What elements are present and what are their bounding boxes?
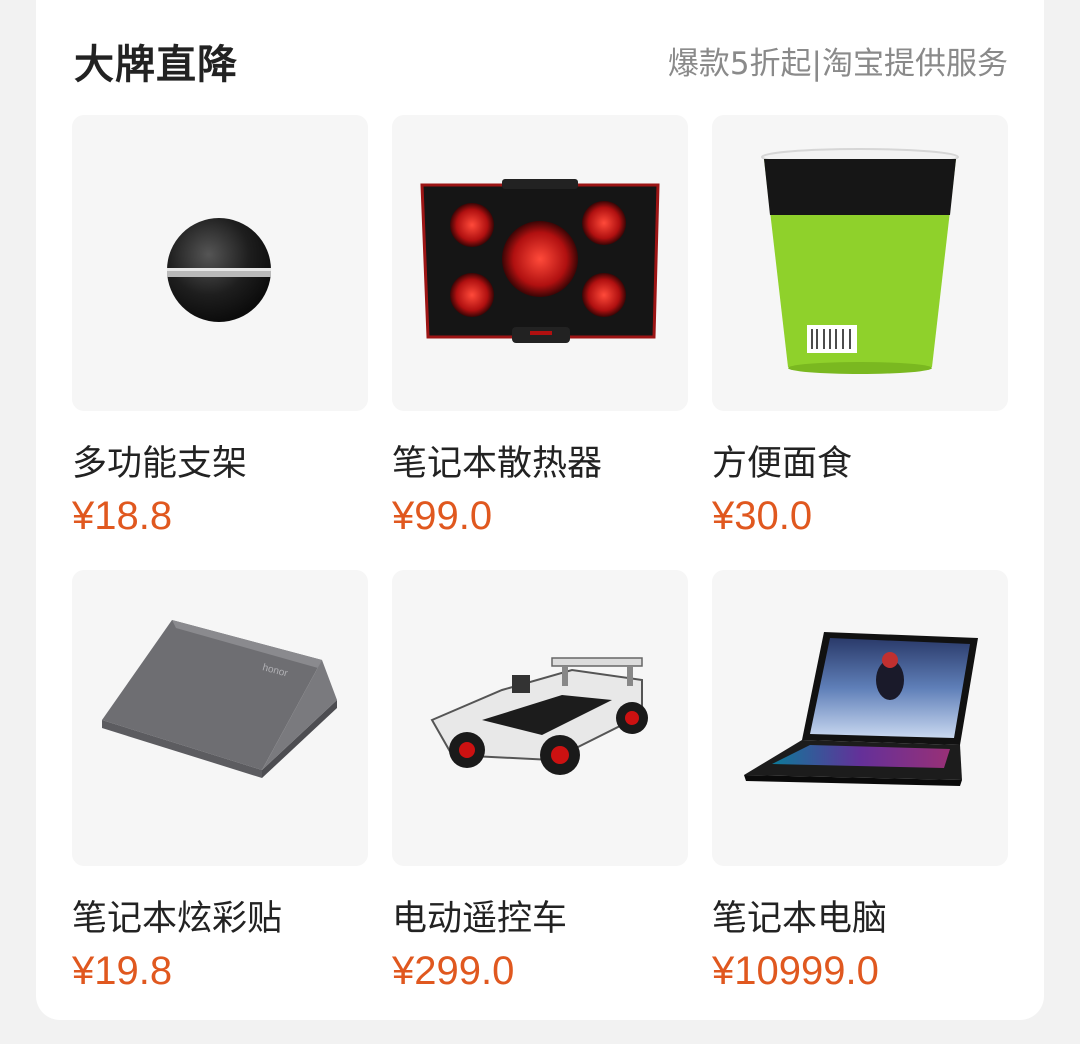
product-grid: 多功能支架 ¥18.8 笔记本散热器 ¥99.0 方便面食 ¥30.0 hono… (72, 115, 1008, 1025)
product-thumbnail[interactable] (712, 115, 1008, 411)
product-item[interactable]: 多功能支架 ¥18.8 (72, 115, 368, 570)
product-price: ¥10999.0 (712, 949, 879, 993)
product-item[interactable]: 笔记本电脑 ¥10999.0 (712, 570, 1008, 1025)
product-item[interactable]: 方便面食 ¥30.0 (712, 115, 1008, 570)
sphere-stand-image (167, 218, 271, 322)
instant-noodle-cup-image (761, 148, 959, 374)
product-price: ¥299.0 (392, 949, 515, 993)
product-thumbnail[interactable]: honor (72, 570, 368, 866)
product-thumbnail[interactable] (72, 115, 368, 411)
product-price: ¥99.0 (392, 494, 493, 538)
product-thumbnail[interactable] (392, 115, 688, 411)
rc-race-car-image (430, 657, 648, 775)
section-title: 大牌直降 (74, 42, 238, 88)
laptop-cooler-image (420, 179, 660, 343)
product-name: 笔记本炫彩贴 (72, 899, 283, 939)
product-thumbnail[interactable] (712, 570, 1008, 866)
gaming-laptop-image (744, 632, 978, 786)
product-thumbnail[interactable] (392, 570, 688, 866)
brand-discount-card: 大牌直降 爆款5折起|淘宝提供服务 多功能支架 ¥18.8 笔记本散热器 ¥99… (36, 0, 1044, 1020)
product-name: 方便面食 (712, 444, 853, 484)
product-item[interactable]: honor 笔记本炫彩贴 ¥19.8 (72, 570, 368, 1025)
product-price: ¥18.8 (72, 494, 173, 538)
laptop-skin-image: honor (102, 620, 337, 778)
product-name: 多功能支架 (72, 444, 248, 484)
product-name: 笔记本散热器 (392, 444, 603, 484)
product-price: ¥30.0 (712, 494, 813, 538)
product-price: ¥19.8 (72, 949, 173, 993)
product-name: 笔记本电脑 (712, 899, 888, 939)
product-item[interactable]: 笔记本散热器 ¥99.0 (392, 115, 688, 570)
section-subtitle[interactable]: 爆款5折起|淘宝提供服务 (668, 38, 1008, 83)
product-name: 电动遥控车 (392, 899, 568, 939)
product-item[interactable]: 电动遥控车 ¥299.0 (392, 570, 688, 1025)
